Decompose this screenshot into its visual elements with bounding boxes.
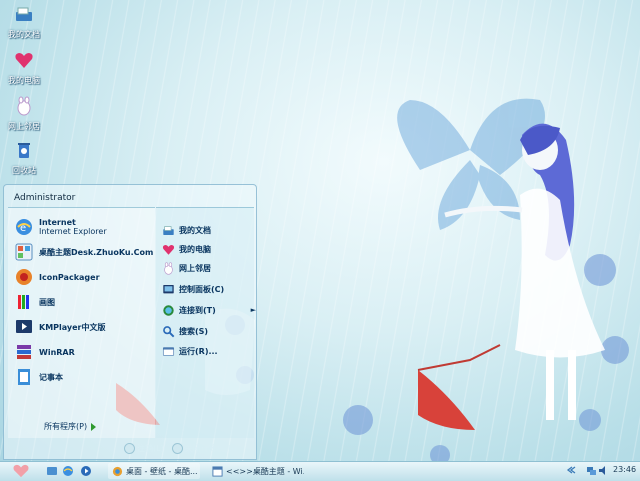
logoff-label: 注销(L) xyxy=(137,444,164,453)
task-label: 桌面 - 壁纸 - 桌酷... xyxy=(126,466,198,476)
desktop-icon-my-documents[interactable]: 我的文档 xyxy=(4,4,44,40)
place-connect-to[interactable]: 连接到(T) ► xyxy=(162,302,256,318)
program-zhuoku[interactable]: 桌酷主题Desk.ZhuoKu.Com xyxy=(14,241,153,263)
program-title: 记事本 xyxy=(39,372,63,382)
my-documents-icon xyxy=(163,225,174,235)
browser-icon xyxy=(112,466,123,476)
place-my-computer[interactable]: 我的电脑 xyxy=(162,241,250,257)
program-internet-explorer[interactable]: e Internet Internet Explorer xyxy=(14,216,107,238)
run-icon xyxy=(162,346,175,356)
place-label: 运行(R)... xyxy=(179,346,218,356)
programs-pane: e Internet Internet Explorer 桌酷主题Desk.Zhu… xyxy=(8,207,155,438)
clock[interactable]: 23:46 xyxy=(613,465,636,474)
power-icon xyxy=(171,443,183,454)
desktop-icon-my-computer[interactable]: 我的电脑 xyxy=(4,50,44,86)
program-title: WinRAR xyxy=(39,347,75,357)
heart-computer-icon xyxy=(15,53,33,68)
place-label: 网上邻居 xyxy=(179,263,211,273)
place-my-documents[interactable]: 我的文档 xyxy=(162,222,250,238)
program-paint[interactable]: 画图 xyxy=(14,291,55,313)
logoff-button[interactable]: 注销(L) xyxy=(124,443,164,454)
kmplayer-icon xyxy=(16,320,32,333)
place-label: 控制面板(C) xyxy=(179,284,225,294)
program-kmplayer[interactable]: KMPlayer中文版 xyxy=(14,316,106,338)
paint-icon xyxy=(18,295,29,309)
start-menu: Administrator e Internet Internet Explore… xyxy=(3,184,257,460)
arrow-right-icon xyxy=(91,422,97,431)
notepad-icon xyxy=(18,369,30,385)
program-title: KMPlayer中文版 xyxy=(39,322,106,332)
control-panel-icon xyxy=(163,284,174,293)
winrar-icon xyxy=(17,345,31,359)
program-iconpackager[interactable]: IconPackager xyxy=(14,266,100,288)
all-programs-label: 所有程序(P) xyxy=(44,422,88,431)
place-run[interactable]: 运行(R)... xyxy=(162,343,250,359)
desktop-icon-recycle-bin[interactable]: 回收站 xyxy=(4,140,44,176)
place-label: 连接到(T) xyxy=(179,305,216,315)
heart-start-icon xyxy=(13,464,29,478)
desktop-icon-label: 网上邻居 xyxy=(8,122,40,131)
media-quicklaunch-icon[interactable] xyxy=(80,465,92,477)
desktop-icon-label: 回收站 xyxy=(12,166,36,175)
desktop-icon-network[interactable]: 网上邻居 xyxy=(4,96,44,132)
show-desktop-icon[interactable] xyxy=(46,465,58,477)
network-places-icon xyxy=(17,96,31,116)
taskbar: 桌面 - 壁纸 - 桌酷... <<>>桌酷主题 - Wi... 23:46 xyxy=(0,461,640,481)
my-documents-icon xyxy=(16,7,32,21)
svg-text:e: e xyxy=(20,223,26,234)
desktop-icon-label: 我的电脑 xyxy=(8,76,40,85)
heart-computer-icon xyxy=(162,244,175,255)
connect-to-icon xyxy=(163,304,174,316)
place-control-panel[interactable]: 控制面板(C) xyxy=(162,281,250,297)
shutdown-button[interactable]: 关闭计算机(U) xyxy=(171,443,237,454)
place-search[interactable]: 搜索(S) xyxy=(162,323,250,339)
iconpackager-icon xyxy=(16,269,32,285)
program-notepad[interactable]: 记事本 xyxy=(14,366,63,388)
place-label: 我的文档 xyxy=(179,225,211,235)
tray-expand-icon[interactable] xyxy=(566,465,576,475)
window-icon xyxy=(212,465,223,477)
search-icon xyxy=(163,325,175,337)
submenu-arrow-icon: ► xyxy=(250,306,256,314)
program-title: 画图 xyxy=(39,297,55,307)
start-button[interactable] xyxy=(6,463,36,479)
network-places-icon xyxy=(164,261,173,275)
place-label: 搜索(S) xyxy=(179,326,209,336)
taskbar-task[interactable]: 桌面 - 壁纸 - 桌酷... xyxy=(108,463,200,479)
ie-quicklaunch-icon[interactable] xyxy=(62,465,74,477)
recycle-bin-icon xyxy=(18,143,30,158)
place-network[interactable]: 网上邻居 xyxy=(162,260,250,276)
task-label: <<>>桌酷主题 - Wi... xyxy=(226,466,304,476)
program-winrar[interactable]: WinRAR xyxy=(14,341,75,363)
taskbar-task[interactable]: <<>>桌酷主题 - Wi... xyxy=(208,463,304,479)
volume-tray-icon[interactable] xyxy=(598,465,609,476)
places-pane: 我的文档 我的电脑 网上邻居 控制面板(C) 连接到(T) ► 搜索(S) 运行… xyxy=(156,207,256,438)
shutdown-label: 关闭计算机(U) xyxy=(184,444,237,453)
program-title: IconPackager xyxy=(39,272,100,282)
user-name: Administrator xyxy=(14,193,76,203)
desktop-icon-label: 我的文档 xyxy=(8,30,40,39)
program-title: 桌酷主题Desk.ZhuoKu.Com xyxy=(39,247,154,257)
ie-icon: e xyxy=(16,219,32,235)
network-tray-icon[interactable] xyxy=(586,465,597,476)
logoff-icon xyxy=(124,443,135,454)
program-subtitle: Internet Explorer xyxy=(39,227,107,236)
program-title: Internet xyxy=(39,218,76,227)
all-programs-button[interactable]: 所有程序(P) xyxy=(44,421,97,432)
start-menu-footer: 注销(L) 关闭计算机(U) xyxy=(124,443,237,454)
place-label: 我的电脑 xyxy=(179,244,211,254)
zhuoku-icon xyxy=(15,243,33,261)
